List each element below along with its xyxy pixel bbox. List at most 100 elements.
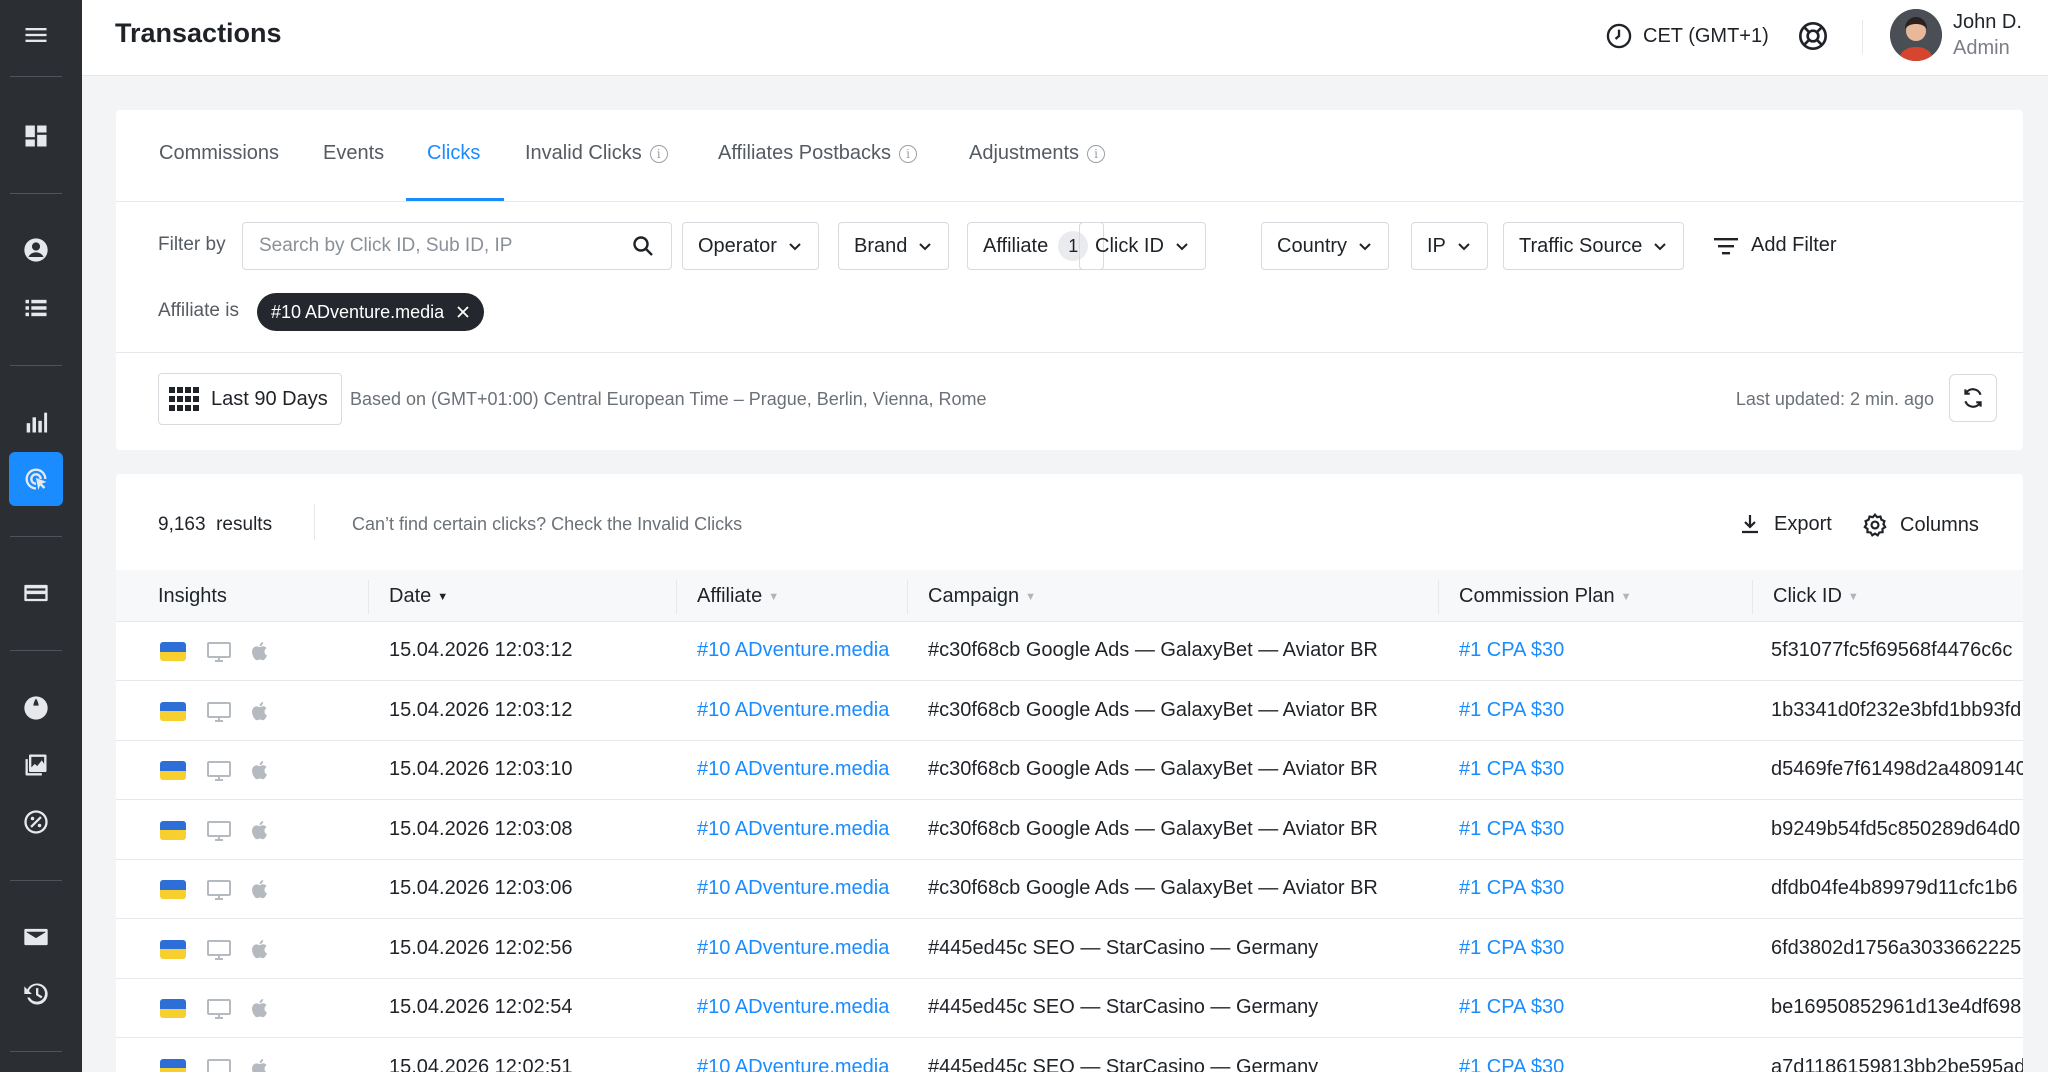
ip-filter[interactable]: IP [1411, 222, 1488, 270]
column-divider [1438, 580, 1439, 614]
operator-filter[interactable]: Operator [682, 222, 819, 270]
affiliate-link[interactable]: #10 ADventure.media [697, 758, 889, 781]
date-range-selector[interactable]: Last 90 Days [158, 373, 342, 425]
column-header-campaign[interactable]: Campaign ▼ [928, 585, 1036, 608]
filter-label: Operator [698, 234, 777, 257]
click-id-filter[interactable]: Click ID [1079, 222, 1206, 270]
table-row[interactable]: 15.04.2026 12:03:12 #10 ADventure.media … [116, 682, 2023, 741]
header-label: Commission Plan [1459, 585, 1615, 607]
search-input[interactable] [259, 235, 631, 257]
globe-icon[interactable] [9, 681, 63, 735]
affiliate-link[interactable]: #10 ADventure.media [697, 937, 889, 960]
percent-icon[interactable] [9, 795, 63, 849]
info-icon[interactable]: i [649, 144, 668, 163]
table-row[interactable]: 15.04.2026 12:02:54 #10 ADventure.media … [116, 979, 2023, 1038]
table-row[interactable]: 15.04.2026 12:02:56 #10 ADventure.media … [116, 920, 2023, 979]
commission-plan-link[interactable]: #1 CPA $30 [1459, 877, 1564, 900]
tab-invalid-clicks[interactable]: Invalid Clicks i [525, 142, 668, 165]
column-divider [368, 580, 369, 614]
campaign-cell: #c30f68cb Google Ads — GalaxyBet — Aviat… [928, 877, 1378, 899]
date-cell: 15.04.2026 12:03:12 [389, 698, 573, 721]
mail-icon[interactable] [9, 910, 63, 964]
tab-clicks[interactable]: Clicks [427, 142, 480, 165]
desktop-icon [207, 761, 231, 781]
filter-label: Brand [854, 234, 908, 257]
ukraine-flag-icon [160, 642, 186, 661]
column-header-date[interactable]: Date ▼ [389, 585, 448, 608]
country-filter[interactable]: Country [1261, 222, 1390, 270]
table-row[interactable]: 15.04.2026 12:03:10 #10 ADventure.media … [116, 741, 2023, 800]
tab-commissions[interactable]: Commissions [159, 142, 279, 165]
dashboard-icon[interactable] [9, 109, 63, 163]
header-label: Insights [158, 585, 227, 607]
apple-icon [252, 880, 267, 899]
date-range-label: Last 90 Days [211, 387, 328, 410]
chevron-down-icon [789, 243, 801, 251]
commission-plan-link[interactable]: #1 CPA $30 [1459, 699, 1564, 722]
bar-chart-icon[interactable] [9, 395, 63, 449]
search-icon[interactable] [631, 234, 655, 258]
card-icon[interactable] [9, 566, 63, 620]
list-icon[interactable] [9, 281, 63, 335]
table-row[interactable]: 15.04.2026 12:03:12 #10 ADventure.media … [116, 622, 2023, 681]
ukraine-flag-icon [160, 761, 186, 780]
close-icon[interactable] [456, 305, 470, 319]
commission-plan-link[interactable]: #1 CPA $30 [1459, 758, 1564, 781]
commission-plan-link[interactable]: #1 CPA $30 [1459, 639, 1564, 662]
commission-plan-link[interactable]: #1 CPA $30 [1459, 1056, 1564, 1072]
active-filter-chip: #10 ADventure.media [257, 293, 485, 331]
active-tab-indicator [406, 198, 504, 201]
commission-plan-link[interactable]: #1 CPA $30 [1459, 818, 1564, 841]
affiliate-link[interactable]: #10 ADventure.media [697, 699, 889, 722]
column-header-click-id[interactable]: Click ID ▼ [1773, 585, 1859, 608]
apple-icon [252, 820, 267, 839]
apple-icon [252, 761, 267, 780]
date-cell: 15.04.2026 12:03:06 [389, 877, 573, 899]
section-divider [116, 352, 2023, 353]
refresh-button[interactable] [1949, 374, 1997, 422]
export-button[interactable]: Export [1738, 512, 1832, 536]
invalid-clicks-hint[interactable]: Can’t find certain clicks? Check the Inv… [352, 514, 742, 535]
commission-plan-link[interactable]: #1 CPA $30 [1459, 996, 1564, 1019]
affiliate-link[interactable]: #10 ADventure.media [697, 877, 889, 900]
table-row[interactable]: 15.04.2026 12:03:08 #10 ADventure.media … [116, 801, 2023, 860]
tab-events[interactable]: Events [323, 142, 384, 165]
affiliate-link[interactable]: #10 ADventure.media [697, 639, 889, 662]
header-label: Affiliate [697, 585, 763, 607]
affiliate-link[interactable]: #10 ADventure.media [697, 996, 889, 1019]
brand-filter[interactable]: Brand [838, 222, 950, 270]
chevron-down-icon [919, 243, 932, 251]
avatar[interactable] [1890, 9, 1942, 61]
desktop-icon [207, 820, 231, 841]
user-icon[interactable] [9, 223, 63, 277]
chevron-down-icon [1176, 243, 1188, 251]
column-header-commission-plan[interactable]: Commission Plan ▼ [1459, 585, 1632, 608]
menu-icon[interactable] [9, 8, 63, 62]
commission-plan-link[interactable]: #1 CPA $30 [1459, 937, 1564, 960]
images-icon[interactable] [9, 738, 63, 792]
timezone-selector[interactable]: CET (GMT+1) [1605, 22, 1769, 50]
filter-label: Affiliate [983, 234, 1049, 257]
column-header-affiliate[interactable]: Affiliate ▼ [697, 585, 779, 608]
history-icon[interactable] [9, 967, 63, 1021]
columns-button[interactable]: Columns [1862, 512, 1979, 538]
tab-label: Affiliates Postbacks [718, 142, 892, 164]
sort-icon: ▼ [1847, 590, 1859, 603]
click-target-icon[interactable] [9, 452, 63, 506]
info-icon[interactable]: i [1087, 144, 1106, 163]
tab-adjustments[interactable]: Adjustments i [969, 142, 1106, 165]
sidebar-divider [10, 365, 62, 366]
add-filter-button[interactable]: Add Filter [1713, 234, 1837, 257]
help-lifebuoy-icon[interactable] [1797, 20, 1829, 52]
tab-affiliates-postbacks[interactable]: Affiliates Postbacks i [718, 142, 918, 165]
info-icon[interactable]: i [899, 144, 918, 163]
table-row[interactable]: 15.04.2026 12:02:51 #10 ADventure.media … [116, 1039, 2023, 1072]
user-name: John D. [1953, 11, 2022, 33]
affiliate-link[interactable]: #10 ADventure.media [697, 818, 889, 841]
header-label: Campaign [928, 585, 1020, 607]
traffic-source-filter[interactable]: Traffic Source [1503, 222, 1685, 270]
tab-label: Events [323, 142, 385, 164]
table-row[interactable]: 15.04.2026 12:03:06 #10 ADventure.media … [116, 860, 2023, 919]
affiliate-link[interactable]: #10 ADventure.media [697, 1056, 889, 1072]
click-id-cell: d5469fe7f61498d2a4809140 [1771, 758, 2023, 780]
